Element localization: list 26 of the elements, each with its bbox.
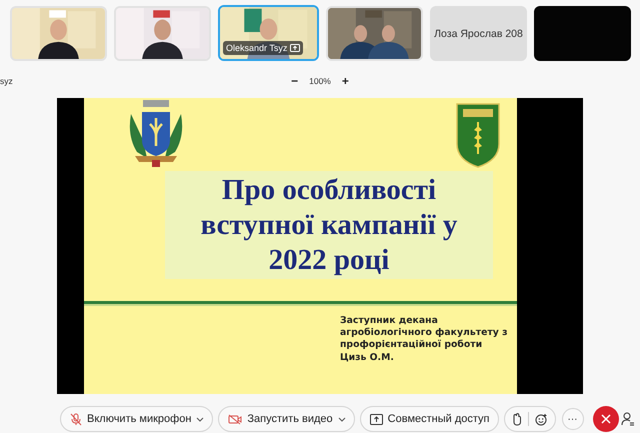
slide-subtitle: Заступник декана агробіологічного факультету з профорієнтаційної роботи Цизь О.М. xyxy=(340,315,508,364)
screen-share-icon xyxy=(370,414,383,424)
caret-icon xyxy=(338,416,346,422)
muted-microphone-icon xyxy=(70,412,82,426)
zoom-in-button[interactable]: + xyxy=(340,74,351,88)
emoji-icon[interactable] xyxy=(534,412,548,426)
share-screen-button[interactable]: Совместный доступ xyxy=(360,406,498,432)
speaker-name: syz xyxy=(0,76,13,86)
camera-off-icon xyxy=(228,414,242,424)
slide-title: Про особливості вступної кампанії у 2022 році xyxy=(200,172,458,278)
screen-share-icon xyxy=(290,44,300,52)
zoom-out-button[interactable]: − xyxy=(289,74,300,88)
participant-name: Oleksandr Tsyz xyxy=(226,43,288,53)
unmute-button[interactable]: Включить микрофон xyxy=(60,406,214,432)
close-icon xyxy=(600,414,610,424)
caret-icon xyxy=(196,416,204,422)
participants-icon xyxy=(621,412,635,426)
video-tile[interactable] xyxy=(534,6,631,61)
zoom-level: 100% xyxy=(309,76,331,86)
start-video-button[interactable]: Запустить видео xyxy=(218,406,355,432)
participant-name: Лоза Ярослав 208 xyxy=(434,28,523,40)
video-tile[interactable]: Oleksandr Tsyz xyxy=(218,5,319,61)
leave-call-button[interactable] xyxy=(592,406,618,432)
raise-hand-icon[interactable] xyxy=(512,412,522,426)
participant-tile[interactable]: Лоза Ярослав 208 xyxy=(430,6,527,61)
more-button[interactable]: ··· xyxy=(562,408,584,430)
